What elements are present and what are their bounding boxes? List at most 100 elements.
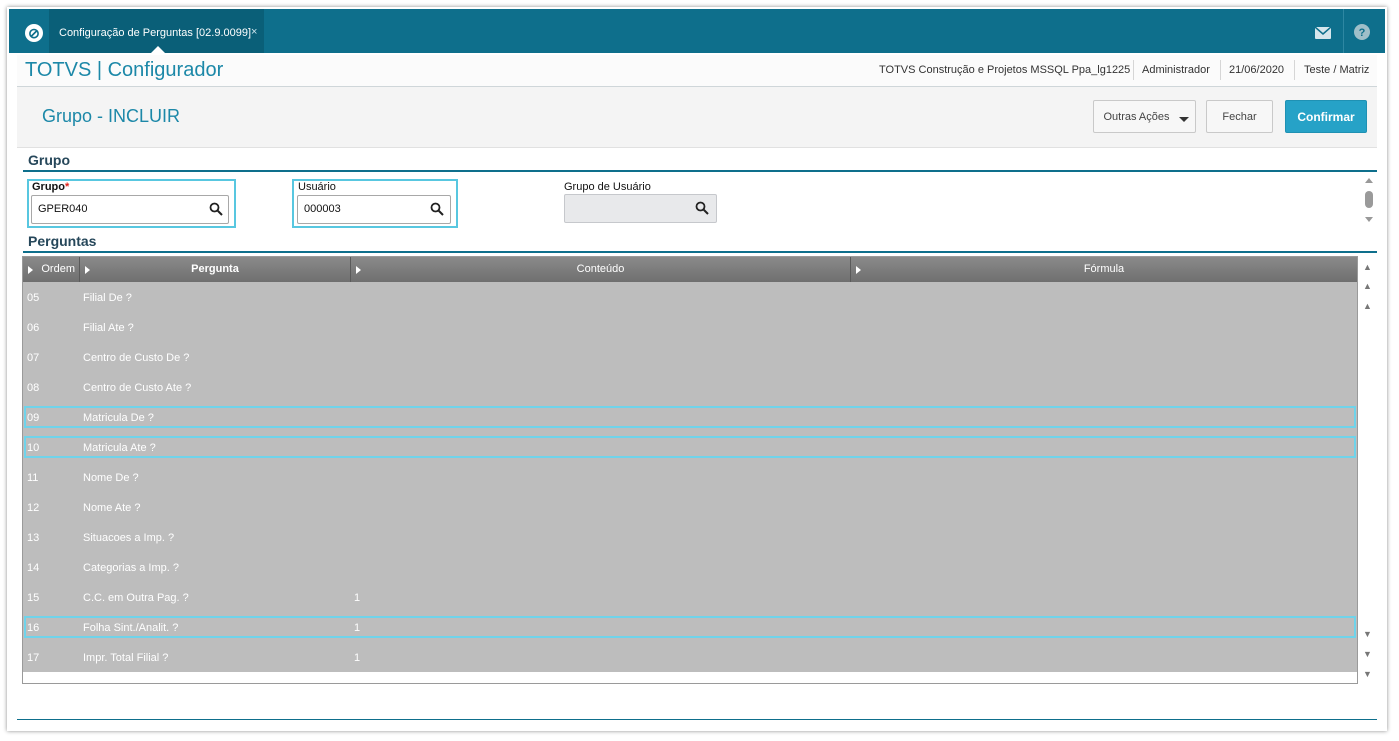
grupo-input[interactable]: GPER040 [31, 195, 229, 224]
company-label[interactable]: TOTVS Construção e Projetos MSSQL Ppa_lg… [879, 64, 1130, 76]
cell-ordem: 06 [27, 322, 40, 334]
cell-ordem: 16 [27, 622, 40, 634]
grupo-label-text: Grupo [32, 181, 65, 193]
table-row[interactable]: 09 Matricula De ? [23, 402, 1357, 432]
section-divider [23, 251, 1377, 253]
scroll-down-icon[interactable]: ▼ [1359, 627, 1376, 641]
table-row[interactable]: 07 Centro de Custo De ? [23, 342, 1357, 372]
chevron-down-icon [1179, 117, 1189, 122]
more-actions-label: Outras Ações [1103, 111, 1170, 123]
tab-close-icon[interactable]: × [251, 26, 257, 38]
page-title: Grupo - INCLUIR [42, 106, 181, 126]
mail-icon[interactable] [1314, 24, 1332, 42]
table-row[interactable]: 14 Categorias a Imp. ? [23, 552, 1357, 582]
column-header-ordem[interactable]: Ordem [23, 257, 80, 282]
date-label[interactable]: 21/06/2020 [1229, 64, 1284, 76]
table-row[interactable]: 12 Nome Ate ? [23, 492, 1357, 522]
cell-conteudo[interactable]: 1 [354, 592, 360, 604]
search-icon[interactable] [430, 202, 444, 216]
form-scrollbar[interactable] [1362, 177, 1376, 227]
column-header-conteudo[interactable]: Conteúdo [351, 257, 851, 282]
svg-text:?: ? [1359, 27, 1366, 39]
sort-arrow-icon [85, 266, 90, 274]
cell-pergunta: Impr. Total Filial ? [83, 652, 169, 664]
cell-conteudo[interactable]: 1 [354, 622, 360, 634]
cell-pergunta: Filial De ? [83, 292, 132, 304]
required-marker: * [65, 181, 70, 193]
table-row[interactable]: 06 Filial Ate ? [23, 312, 1357, 342]
grid-body: 05 Filial De ? 06 Filial Ate ? 07 Centro… [23, 282, 1357, 672]
column-label: Conteúdo [576, 263, 625, 275]
sort-arrow-icon [28, 266, 33, 274]
column-label: Ordem [41, 263, 75, 275]
grid-header: Ordem Pergunta Conteúdo Fórmula [23, 257, 1357, 282]
cell-ordem: 17 [27, 652, 40, 664]
scroll-bottom-icon[interactable]: ▼ [1359, 667, 1376, 681]
table-row[interactable]: 13 Situacoes a Imp. ? [23, 522, 1357, 552]
cell-ordem: 15 [27, 592, 40, 604]
usuario-input-value: 000003 [304, 203, 341, 215]
grupo-usuario-input[interactable] [564, 194, 717, 223]
user-label[interactable]: Administrador [1142, 64, 1210, 76]
table-row[interactable]: 17 Impr. Total Filial ? 1 [23, 642, 1357, 672]
cell-ordem: 10 [27, 442, 40, 454]
sort-arrow-icon [856, 266, 861, 274]
totvs-logo-icon[interactable]: ⊘ [25, 24, 43, 42]
cell-pergunta: Folha Sint./Analit. ? [83, 622, 179, 634]
scroll-top-icon[interactable]: ▲ [1359, 260, 1376, 274]
cell-pergunta: Centro de Custo De ? [83, 352, 190, 364]
cell-pergunta: Categorias a Imp. ? [83, 562, 179, 574]
grid-scrollbar[interactable]: ▲ ▲ ▲ ▼ ▼ ▼ [1359, 257, 1376, 684]
tab-title: Configuração de Perguntas [02.9.0099] [59, 27, 252, 39]
grupo-field-label: Grupo* [32, 181, 69, 193]
cell-ordem: 11 [27, 472, 39, 484]
confirm-button[interactable]: Confirmar [1285, 100, 1367, 133]
table-row[interactable]: 16 Folha Sint./Analit. ? 1 [23, 612, 1357, 642]
tab-caret-icon [151, 46, 165, 53]
table-row[interactable]: 08 Centro de Custo Ate ? [23, 372, 1357, 402]
cell-ordem: 07 [27, 352, 40, 364]
column-header-formula[interactable]: Fórmula [851, 257, 1357, 282]
cell-ordem: 09 [27, 412, 40, 424]
scroll-page-up-icon[interactable]: ▲ [1359, 279, 1376, 293]
scroll-page-down-icon[interactable]: ▼ [1359, 647, 1376, 661]
header-divider [1133, 60, 1134, 80]
scroll-up-icon[interactable]: ▲ [1359, 299, 1376, 313]
search-icon[interactable] [695, 201, 709, 215]
help-icon[interactable]: ? [1353, 24, 1371, 42]
grupo-input-value: GPER040 [38, 203, 88, 215]
header-divider [1294, 60, 1295, 80]
table-row[interactable]: 10 Matricula Ate ? [23, 432, 1357, 462]
cell-ordem: 14 [27, 562, 40, 574]
table-row[interactable]: 15 C.C. em Outra Pag. ? 1 [23, 582, 1357, 612]
search-icon[interactable] [209, 202, 223, 216]
tab-configuracao-perguntas[interactable]: Configuração de Perguntas [02.9.0099] × [49, 9, 264, 53]
cell-pergunta: Nome Ate ? [83, 502, 141, 514]
column-label: Fórmula [1083, 263, 1125, 275]
cell-pergunta: Matricula De ? [83, 412, 154, 424]
section-title-grupo: Grupo [28, 152, 70, 168]
cell-pergunta: Centro de Custo Ate ? [83, 382, 192, 394]
usuario-input[interactable]: 000003 [297, 195, 451, 224]
sort-arrow-icon [356, 266, 361, 274]
cell-pergunta: Filial Ate ? [83, 322, 134, 334]
app-brand: TOTVS | Configurador [25, 59, 224, 81]
table-row[interactable]: 05 Filial De ? [23, 282, 1357, 312]
cell-ordem: 12 [27, 502, 40, 514]
footer-divider [17, 719, 1377, 720]
section-divider [23, 170, 1377, 172]
section-title-perguntas: Perguntas [28, 233, 97, 249]
more-actions-button[interactable]: Outras Ações [1093, 100, 1196, 133]
page-toolbar: Grupo - INCLUIR Outras Ações Fechar Conf… [17, 87, 1377, 148]
cell-pergunta: C.C. em Outra Pag. ? [83, 592, 189, 604]
cell-conteudo[interactable]: 1 [354, 652, 360, 664]
close-button[interactable]: Fechar [1206, 100, 1273, 133]
table-row[interactable]: 11 Nome De ? [23, 462, 1357, 492]
app-header: TOTVS | Configurador TOTVS Construção e … [17, 55, 1377, 87]
branch-label[interactable]: Teste / Matriz [1304, 64, 1369, 76]
column-label: Pergunta [191, 263, 239, 275]
grupo-usuario-field-label: Grupo de Usuário [564, 181, 651, 193]
header-divider [1220, 60, 1221, 80]
cell-ordem: 05 [27, 292, 40, 304]
column-header-pergunta[interactable]: Pergunta [80, 257, 351, 282]
